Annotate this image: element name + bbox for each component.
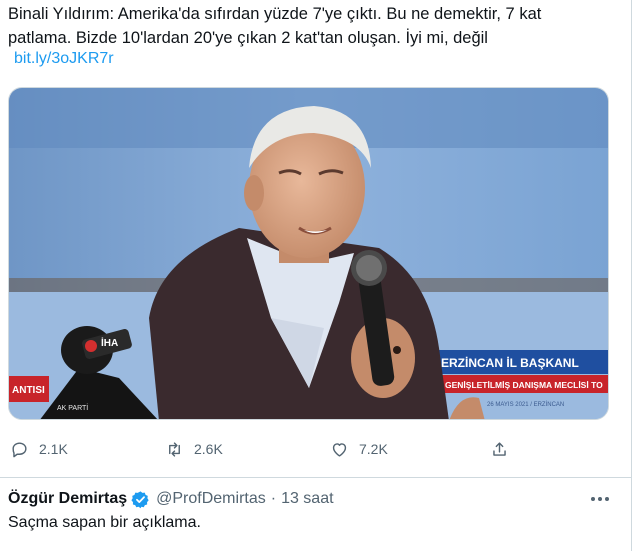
reply-text: Saçma sapan bir açıklama. [8, 514, 201, 531]
tweet-link[interactable]: bit.ly/3oJKR7r [14, 50, 114, 68]
reply-separator: · [270, 490, 277, 507]
reply-author-handle[interactable]: @ProfDemirtas [156, 490, 266, 508]
heart-icon [332, 442, 347, 457]
banner-left-text: ANTISI [12, 385, 45, 396]
reply-timestamp[interactable]: 13 saat [281, 490, 333, 508]
retweet-icon [169, 441, 180, 457]
reply-count: 2.1K [39, 441, 68, 457]
tweet-text: Binali Yıldırım: Amerika'da sıfırdan yüz… [8, 2, 620, 50]
tweet-photo[interactable]: ANTISI ERZİNCAN İL BAŞKANL GENİŞLETİLMİŞ… [8, 87, 609, 420]
verified-badge-icon [131, 490, 149, 508]
banner-right-title: ERZİNCAN İL BAŞKANL [441, 355, 579, 370]
reply-author-name[interactable]: Özgür Demirtaş [8, 490, 127, 508]
tweet-text-line-2: patlama. Bizde 10'lardan 20'ye çıkan 2 k… [8, 29, 488, 47]
retweet-count: 2.6K [194, 441, 223, 457]
mic-brand: İHA [101, 336, 118, 349]
tweet-text-line-1: Binali Yıldırım: Amerika'da sıfırdan yüz… [8, 5, 542, 23]
reply-header: Özgür Demirtaş @ProfDemirtas · 13 saat [8, 488, 334, 510]
tweet-actions: 2.1K 2.6K 7.2K [0, 436, 631, 462]
like-button[interactable]: 7.2K [330, 436, 388, 462]
share-icon [493, 441, 506, 456]
retweet-button[interactable]: 2.6K [165, 436, 223, 462]
photo-scene: ANTISI ERZİNCAN İL BAŞKANL GENİŞLETİLMİŞ… [9, 88, 608, 419]
party-mark: AK PARTİ [57, 403, 88, 412]
reply-icon [12, 441, 27, 457]
timeline-border [631, 0, 632, 551]
share-button[interactable] [490, 436, 519, 462]
divider [0, 477, 631, 478]
like-count: 7.2K [359, 441, 388, 457]
reply-button[interactable]: 2.1K [10, 436, 68, 462]
banner-right-sub: GENİŞLETİLMİŞ DANIŞMA MECLİSİ TO [445, 380, 603, 390]
banner-right-small: 26 MAYIS 2021 / ERZİNCAN [487, 401, 564, 408]
more-options-icon[interactable] [588, 490, 612, 508]
